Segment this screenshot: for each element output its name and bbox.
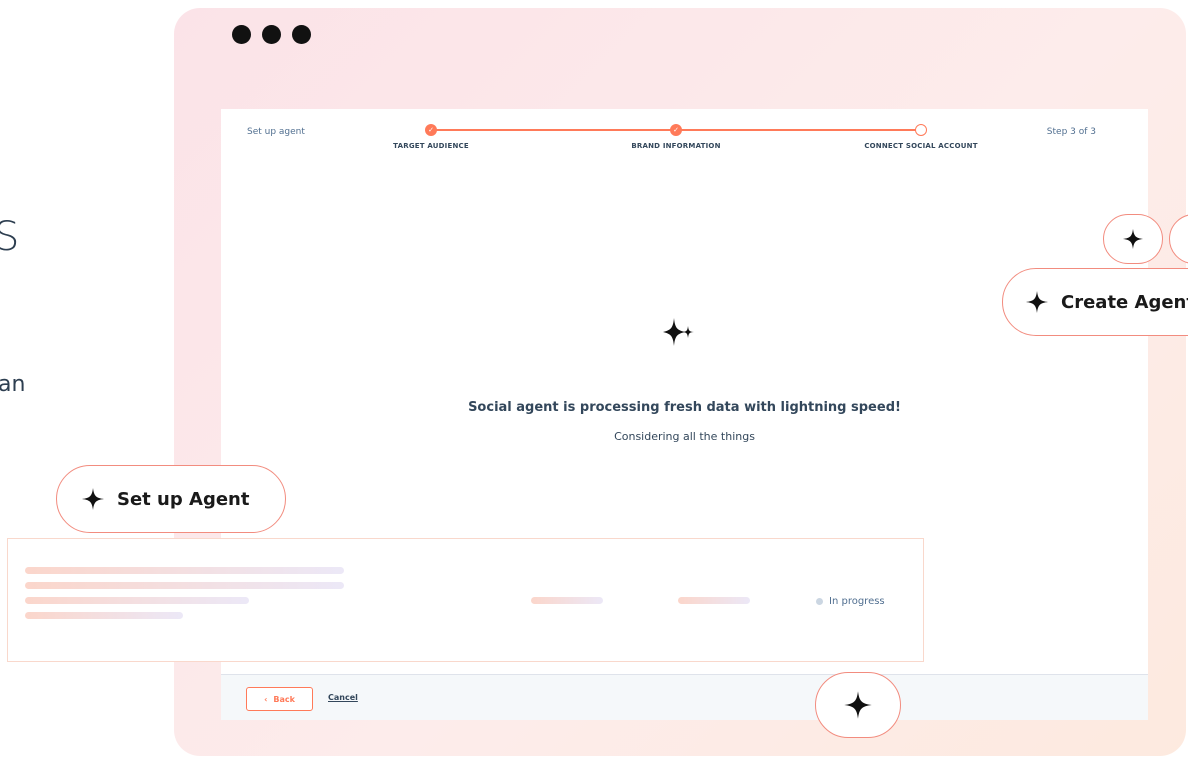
step-label: BRAND INFORMATION [631, 142, 721, 150]
placeholder-bar [25, 612, 183, 619]
wizard-title: Set up agent [247, 127, 305, 137]
step-node-complete[interactable]: ✓ [670, 124, 682, 136]
processing-title: Social agent is processing fresh data wi… [468, 400, 901, 415]
back-button[interactable]: ‹ Back [246, 687, 313, 711]
window-dot-close[interactable] [232, 25, 251, 44]
status-label: In progress [829, 596, 885, 607]
chevron-left-icon: ‹ [264, 694, 268, 704]
sparkle-action-button[interactable] [815, 672, 901, 738]
create-agent-label: Create Agent [1061, 291, 1188, 313]
status-dot-icon [816, 598, 823, 605]
placeholder-bar [25, 597, 249, 604]
step-label: CONNECT SOCIAL ACCOUNT [864, 142, 978, 150]
back-button-label: Back [273, 694, 295, 704]
check-icon: ✓ [428, 126, 434, 134]
step-counter: Step 3 of 3 [1046, 127, 1096, 137]
step-label: TARGET AUDIENCE [393, 142, 469, 150]
create-agent-button[interactable]: Create Agent [1002, 268, 1188, 336]
check-icon: ✓ [673, 126, 679, 134]
sparkle-icon [82, 488, 104, 510]
window-dot-minimize[interactable] [262, 25, 281, 44]
marketing-canvas: S an Set up agent Step 3 of 3 ✓ ✓ TARGET… [0, 0, 1188, 757]
status-badge: In progress [816, 596, 885, 607]
progress-track [436, 129, 676, 131]
placeholder-bar [531, 597, 603, 604]
sparkle-icon [1026, 291, 1048, 313]
agent-list-panel: In progress [7, 538, 924, 662]
wizard-footer: ‹ Back Cancel [221, 674, 1148, 720]
sparkle-action-button[interactable] [1103, 214, 1163, 264]
background-text-fragment: an [0, 372, 26, 397]
sparkle-icon [663, 318, 694, 346]
window-controls [232, 25, 311, 44]
progress-track [681, 129, 921, 131]
sparkle-icon [844, 691, 872, 719]
sparkle-icon [1122, 228, 1144, 250]
step-node-current[interactable] [915, 124, 927, 136]
placeholder-bar [25, 582, 344, 589]
cancel-link[interactable]: Cancel [328, 693, 358, 702]
processing-subtitle: Considering all the things [614, 430, 755, 443]
step-node-complete[interactable]: ✓ [425, 124, 437, 136]
background-text-fragment: S [0, 214, 20, 260]
placeholder-bar [25, 567, 344, 574]
placeholder-bar [678, 597, 750, 604]
window-dot-maximize[interactable] [292, 25, 311, 44]
setup-agent-label: Set up Agent [117, 488, 250, 510]
setup-agent-button[interactable]: Set up Agent [56, 465, 286, 533]
